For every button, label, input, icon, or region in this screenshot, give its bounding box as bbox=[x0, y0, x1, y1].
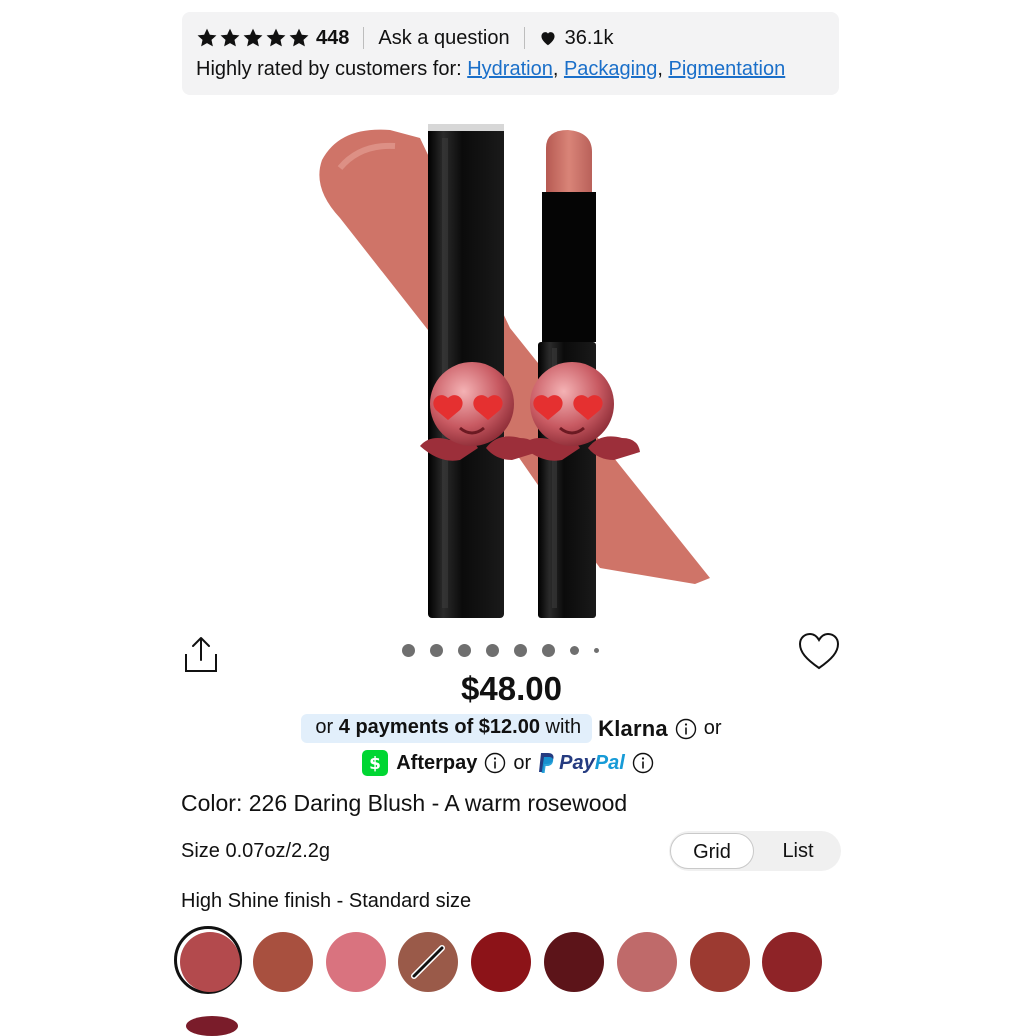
color-swatch-selected[interactable] bbox=[180, 932, 240, 992]
divider bbox=[523, 27, 525, 49]
color-swatch[interactable] bbox=[471, 932, 532, 992]
highlight-link-pigmentation[interactable]: Pigmentation bbox=[668, 58, 785, 80]
divider bbox=[363, 27, 365, 49]
afterpay-label: Afterpay bbox=[396, 751, 478, 774]
paypal-pal: Pal bbox=[594, 751, 625, 774]
color-swatch[interactable] bbox=[252, 932, 313, 992]
carousel-dot[interactable] bbox=[402, 644, 415, 657]
carousel-dot[interactable] bbox=[486, 644, 499, 657]
paypal-logo: PayPal bbox=[559, 752, 625, 775]
product-image[interactable] bbox=[300, 108, 740, 628]
view-toggle: Grid List bbox=[669, 831, 841, 871]
highlight-link-hydration[interactable]: Hydration bbox=[467, 58, 553, 80]
heart-filled-icon bbox=[541, 32, 555, 46]
carousel-dot[interactable] bbox=[458, 644, 471, 657]
color-swatch[interactable] bbox=[762, 932, 823, 992]
ask-question-link[interactable]: Ask a question bbox=[378, 27, 509, 50]
star-icon bbox=[243, 28, 263, 47]
installments-row: or 4 payments of $12.00 with Klarna or bbox=[0, 714, 1023, 743]
or-text: or bbox=[513, 751, 532, 774]
carousel-dot[interactable] bbox=[514, 644, 527, 657]
ratings-row: 448 Ask a question 36.1k bbox=[196, 24, 614, 52]
color-swatch[interactable] bbox=[616, 932, 677, 992]
paypal-pay: Pay bbox=[559, 751, 595, 774]
klarna-logo: Klarna bbox=[598, 715, 668, 741]
star-icon bbox=[266, 28, 286, 47]
info-icon[interactable] bbox=[632, 752, 654, 774]
out-of-stock-slash-icon bbox=[411, 945, 446, 979]
carousel-dot[interactable] bbox=[570, 646, 579, 655]
installment-prefix: or bbox=[315, 716, 339, 738]
highly-rated-label: Highly rated by customers for: bbox=[196, 58, 468, 80]
info-icon[interactable] bbox=[675, 718, 697, 740]
carousel-dot[interactable] bbox=[430, 644, 443, 657]
list-view-button[interactable]: List bbox=[757, 833, 839, 869]
color-swatch[interactable] bbox=[544, 932, 604, 992]
carousel-dot[interactable] bbox=[542, 644, 555, 657]
star-icon bbox=[289, 28, 309, 47]
color-swatch[interactable] bbox=[398, 932, 459, 992]
or-text: or bbox=[703, 717, 722, 739]
info-icon[interactable] bbox=[484, 752, 506, 774]
star-rating[interactable] bbox=[196, 27, 310, 49]
highlight-link-packaging[interactable]: Packaging bbox=[564, 58, 657, 80]
selected-color-label: Color: 226 Daring Blush - A warm rosewoo… bbox=[181, 790, 628, 816]
finish-label: High Shine finish - Standard size bbox=[181, 890, 472, 912]
grid-view-button[interactable]: Grid bbox=[670, 833, 754, 869]
review-count[interactable]: 448 bbox=[316, 27, 349, 50]
carousel-dot[interactable] bbox=[594, 648, 599, 653]
installment-with: with bbox=[539, 716, 582, 738]
size-label: Size 0.07oz/2.2g bbox=[181, 840, 330, 862]
share-icon[interactable] bbox=[182, 634, 220, 674]
highly-rated-row: Highly rated by customers for: Hydration… bbox=[196, 58, 786, 80]
price: $48.00 bbox=[461, 670, 562, 707]
alt-payments-row: $ Afterpay or PayPal bbox=[0, 750, 1023, 776]
star-icon bbox=[197, 28, 217, 47]
color-swatch[interactable] bbox=[689, 932, 750, 992]
cash-app-icon: $ bbox=[362, 750, 389, 776]
lipstick-smear bbox=[319, 129, 710, 584]
installment-amount: 4 payments of $12.00 bbox=[338, 716, 540, 738]
color-swatch[interactable] bbox=[325, 932, 386, 992]
color-swatch[interactable] bbox=[186, 1016, 238, 1036]
klarna-installment-pill[interactable]: or 4 payments of $12.00 with bbox=[301, 714, 593, 743]
ratings-card: 448 Ask a question 36.1k Highly rated by… bbox=[182, 12, 839, 95]
loves-count: 36.1k bbox=[564, 26, 614, 49]
paypal-icon bbox=[539, 753, 554, 773]
heart-outline-icon[interactable] bbox=[798, 632, 840, 672]
carousel-dots[interactable] bbox=[402, 644, 599, 657]
star-icon bbox=[220, 28, 240, 47]
svg-text:$: $ bbox=[369, 754, 381, 774]
